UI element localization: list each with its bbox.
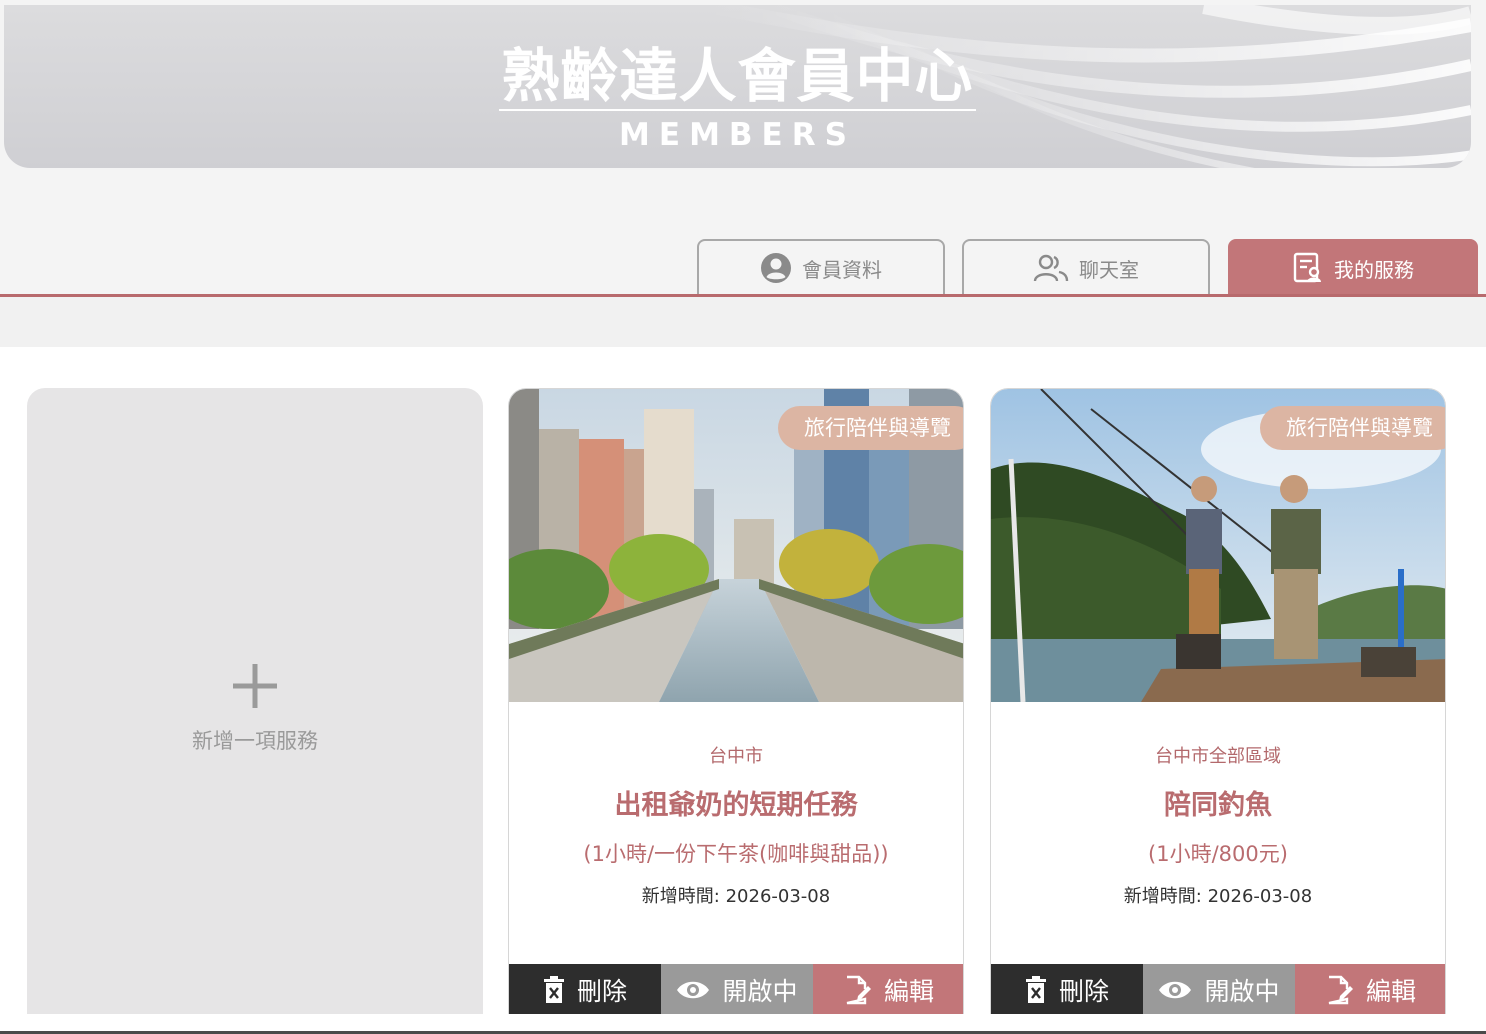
trash-icon <box>1025 975 1046 1003</box>
service-location: 台中市全部區域 <box>1155 746 1281 767</box>
service-price: (1小時/一份下午茶(咖啡與甜品)) <box>583 842 889 866</box>
status-label: 開啟中 <box>1204 976 1280 1006</box>
delete-button[interactable]: 刪除 <box>991 964 1143 1014</box>
edit-label: 編輯 <box>1365 976 1416 1006</box>
edit-label: 編輯 <box>883 976 934 1006</box>
tab-label: 聊天室 <box>1079 257 1139 282</box>
edit-icon <box>846 975 871 1004</box>
card-actions: 刪除 開啟中 編輯 <box>991 964 1445 1014</box>
card-actions: 刪除 開啟中 編輯 <box>509 964 963 1014</box>
delete-label: 刪除 <box>1058 976 1109 1006</box>
delete-button[interactable]: 刪除 <box>509 964 661 1014</box>
service-card: 旅行陪伴與導覽 台中市全部區域 陪同釣魚 (1小時/800元) 新增時間: 20… <box>990 388 1446 1014</box>
add-service-card[interactable]: 新增一項服務 <box>27 388 483 1014</box>
category-badge: 旅行陪伴與導覽 <box>778 406 963 450</box>
user-circle-icon <box>761 253 791 283</box>
status-toggle-button[interactable]: 開啟中 <box>661 964 813 1014</box>
service-date: 新增時間: 2026-03-08 <box>641 886 831 907</box>
edit-button[interactable]: 編輯 <box>813 964 963 1014</box>
page-title: 熟齡達人會員中心 <box>499 42 976 111</box>
service-price: (1小時/800元) <box>1148 842 1288 866</box>
tab-member-profile[interactable]: 會員資料 <box>697 239 945 295</box>
page-banner: 熟齡達人會員中心 MEMBERS <box>4 5 1471 168</box>
status-label: 開啟中 <box>722 976 798 1006</box>
service-title: 陪同釣魚 <box>1164 790 1272 821</box>
status-toggle-button[interactable]: 開啟中 <box>1143 964 1295 1014</box>
service-card: 旅行陪伴與導覽 台中市 出租爺奶的短期任務 (1小時/一份下午茶(咖啡與甜品))… <box>508 388 964 1014</box>
page-subtitle: MEMBERS <box>619 117 856 153</box>
service-date: 新增時間: 2026-03-08 <box>1123 886 1313 907</box>
tab-label: 會員資料 <box>802 257 882 282</box>
tab-label: 我的服務 <box>1334 257 1414 282</box>
eye-icon <box>677 981 710 998</box>
trash-icon <box>543 975 564 1003</box>
add-service-label: 新增一項服務 <box>192 729 318 753</box>
service-list-icon <box>1293 252 1321 283</box>
service-title: 出租爺奶的短期任務 <box>614 790 858 821</box>
tabs-spacer <box>0 297 1486 347</box>
tab-my-services[interactable]: 我的服務 <box>1228 239 1478 295</box>
eye-icon <box>1159 981 1192 998</box>
plus-icon <box>233 664 277 708</box>
tab-chat-room[interactable]: 聊天室 <box>962 239 1210 295</box>
delete-label: 刪除 <box>576 976 627 1006</box>
service-location: 台中市 <box>709 746 763 767</box>
edit-button[interactable]: 編輯 <box>1295 964 1445 1014</box>
edit-icon <box>1328 975 1353 1004</box>
category-badge: 旅行陪伴與導覽 <box>1260 406 1445 450</box>
users-icon <box>1033 254 1069 282</box>
